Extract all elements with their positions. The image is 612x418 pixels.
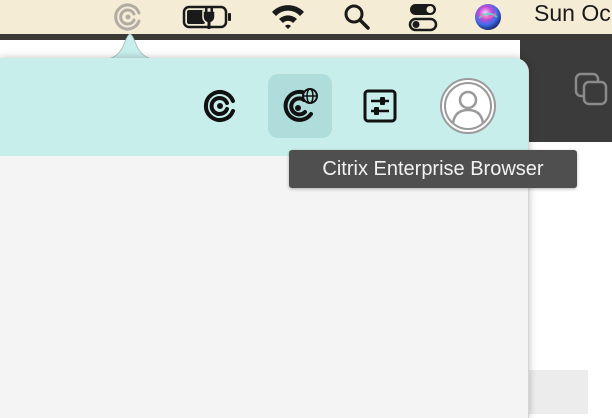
citrix-workspace-icon[interactable] (108, 0, 148, 34)
wifi-icon[interactable] (268, 0, 308, 34)
menu-bar: Sun Oc (0, 0, 612, 34)
preferences-icon (363, 89, 397, 123)
background-window-toolbar (520, 40, 612, 142)
citrix-enterprise-browser-button[interactable] (268, 74, 332, 138)
citrix-workspace-icon (204, 90, 235, 122)
tooltip: Citrix Enterprise Browser (289, 150, 577, 188)
account-button[interactable] (436, 74, 500, 138)
citrix-popover (0, 58, 529, 418)
preferences-button[interactable] (348, 74, 412, 138)
citrix-workspace-button[interactable] (188, 74, 252, 138)
background-window (520, 40, 612, 414)
account-avatar-icon (440, 78, 496, 134)
control-center-icon[interactable] (406, 0, 440, 34)
menu-bar-clock[interactable]: Sun Oc (534, 0, 611, 34)
citrix-enterprise-browser-icon (283, 88, 318, 122)
popover-toolbar (0, 58, 528, 156)
tab-overview-icon[interactable] (574, 72, 610, 108)
battery-charging-icon[interactable] (180, 0, 236, 34)
background-window-panel (526, 370, 588, 414)
search-icon[interactable] (340, 0, 374, 34)
popover-caret (100, 34, 160, 60)
siri-icon[interactable] (470, 0, 506, 34)
